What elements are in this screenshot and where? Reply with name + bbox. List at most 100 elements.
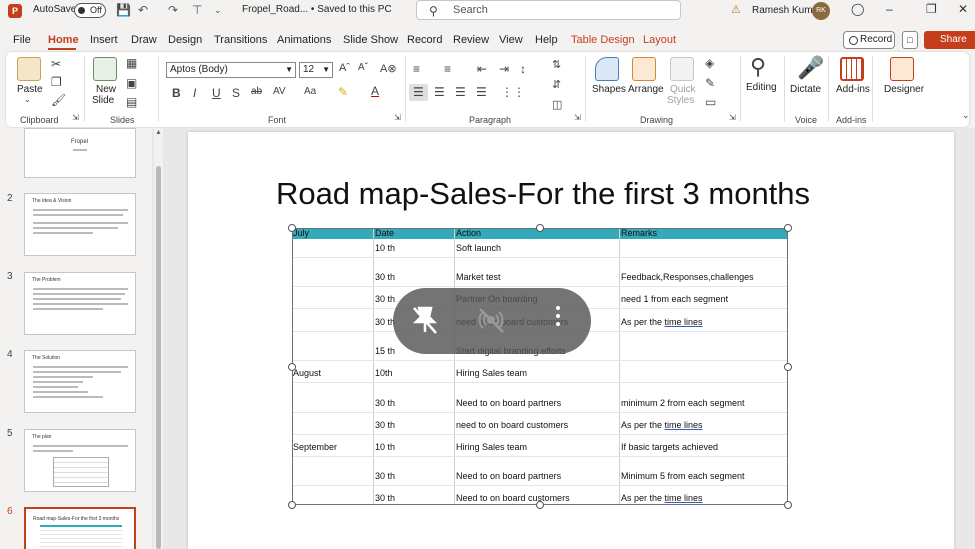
shape-outline-icon[interactable]: ✎	[705, 76, 715, 90]
more-options-icon[interactable]	[556, 306, 560, 330]
copy-icon[interactable]: ❐	[51, 75, 62, 89]
designer-button[interactable]: Designer	[884, 84, 924, 95]
scroll-thumb[interactable]	[156, 166, 161, 549]
reset-icon[interactable]: ▣	[126, 76, 137, 90]
format-painter-icon[interactable]: 🖌	[51, 93, 66, 107]
smartart-icon[interactable]: ◫	[552, 98, 562, 111]
font-size-select[interactable]: 12 ▼	[299, 62, 333, 78]
align-text-icon[interactable]: ⇵	[552, 78, 561, 91]
clear-format-icon[interactable]: A⊗	[380, 62, 397, 75]
avatar[interactable]: RK	[812, 2, 830, 20]
resize-handle[interactable]	[784, 224, 792, 232]
new-slide-icon[interactable]	[93, 57, 117, 81]
arrange-icon[interactable]	[632, 57, 656, 81]
text-direction-icon[interactable]: ⇅	[552, 58, 561, 71]
font-launcher-icon[interactable]: ⇲	[394, 113, 401, 122]
minimize-icon[interactable]: –	[886, 2, 893, 16]
resize-handle[interactable]	[784, 363, 792, 371]
quick-styles-label-1[interactable]: Quick	[670, 84, 696, 95]
shapes-icon[interactable]	[595, 57, 619, 81]
lightbulb-icon[interactable]: ◯	[851, 2, 864, 16]
shadow-icon[interactable]: S	[232, 86, 240, 100]
bold-icon[interactable]: B	[172, 86, 181, 100]
autosave-toggle[interactable]: Off	[74, 3, 106, 18]
tab-help[interactable]: Help	[535, 34, 558, 46]
slide-thumbnail-1[interactable]: Fropel	[24, 128, 136, 178]
close-icon[interactable]: ✕	[958, 2, 968, 16]
redo-icon[interactable]: ↷	[168, 3, 178, 17]
add-ins-button[interactable]: Add-ins	[836, 84, 870, 95]
tab-insert[interactable]: Insert	[90, 34, 118, 46]
bullets-icon[interactable]: ≡	[413, 62, 420, 76]
tab-file[interactable]: File	[13, 34, 31, 46]
align-center-icon[interactable]: ☰	[434, 85, 445, 99]
scroll-up-icon[interactable]: ▲	[155, 129, 162, 136]
qat-more-icon[interactable]: ⌄	[214, 5, 222, 16]
record-button[interactable]: Record	[843, 31, 895, 49]
customize-icon[interactable]: ⊤	[192, 3, 202, 17]
restore-icon[interactable]: ❐	[926, 2, 937, 16]
resize-handle[interactable]	[536, 501, 544, 509]
resize-handle[interactable]	[288, 363, 296, 371]
highlight-icon[interactable]: ✎	[338, 85, 348, 99]
comments-button[interactable]: □	[902, 31, 918, 49]
align-right-icon[interactable]: ☰	[455, 85, 466, 99]
paste-dropdown-icon[interactable]: ⌄	[24, 95, 31, 104]
slide-thumbnail-6[interactable]: Road map-Sales-For the first 3 months	[24, 507, 136, 549]
search-box[interactable]: ⚲ Search	[416, 0, 681, 20]
tab-home[interactable]: Home	[48, 34, 79, 46]
shrink-font-icon[interactable]: Aˇ	[358, 62, 368, 73]
tab-review[interactable]: Review	[453, 34, 489, 46]
change-case-icon[interactable]: Aa	[304, 86, 316, 97]
resize-handle[interactable]	[784, 501, 792, 509]
warning-icon[interactable]: ⚠	[731, 3, 741, 16]
clipboard-launcher-icon[interactable]: ⇲	[72, 113, 79, 122]
tab-animations[interactable]: Animations	[277, 34, 331, 46]
resize-handle[interactable]	[288, 224, 296, 232]
slide-thumbnail-3[interactable]: The Problem	[24, 272, 136, 335]
char-spacing-icon[interactable]: AV	[273, 86, 286, 97]
quick-styles-icon[interactable]	[670, 57, 694, 81]
new-slide-label-1[interactable]: New	[96, 84, 116, 95]
tab-table-design[interactable]: Table Design	[571, 34, 635, 46]
document-title[interactable]: Fropel_Road... • Saved to this PC	[242, 4, 392, 15]
find-icon[interactable]: ⚲	[750, 54, 766, 80]
align-left-icon[interactable]: ☰	[413, 85, 424, 99]
layout-icon[interactable]: ▦	[126, 56, 137, 70]
tab-design[interactable]: Design	[168, 34, 202, 46]
font-name-select[interactable]: Aptos (Body) ▼	[166, 62, 296, 78]
underline-icon[interactable]: U	[212, 86, 221, 100]
undo-icon[interactable]: ↶	[138, 3, 148, 17]
slide-thumbnail-4[interactable]: The Solution	[24, 350, 136, 413]
section-icon[interactable]: ▤	[126, 95, 137, 109]
share-button[interactable]: Share	[924, 31, 975, 49]
unpin-icon[interactable]	[411, 305, 439, 335]
shape-fill-icon[interactable]: ◈	[705, 56, 714, 70]
decrease-indent-icon[interactable]: ⇤	[477, 62, 487, 76]
strikethrough-icon[interactable]: ab	[251, 86, 262, 97]
add-ins-icon[interactable]	[840, 57, 864, 81]
font-color-icon[interactable]: A	[371, 84, 379, 98]
new-slide-label-2[interactable]: Slide	[92, 95, 114, 106]
columns-icon[interactable]: ⋮⋮	[501, 85, 525, 99]
tab-draw[interactable]: Draw	[131, 34, 157, 46]
microphone-icon[interactable]: 🎤	[797, 55, 824, 81]
tab-record[interactable]: Record	[407, 34, 442, 46]
shape-effects-icon[interactable]: ▭	[705, 95, 716, 109]
slide-title[interactable]: Road map-Sales-For the first 3 months	[188, 176, 898, 212]
increase-indent-icon[interactable]: ⇥	[499, 62, 509, 76]
shapes-button[interactable]: Shapes	[592, 84, 626, 95]
italic-icon[interactable]: I	[193, 86, 196, 100]
line-spacing-icon[interactable]: ↕	[520, 62, 526, 76]
mute-icon[interactable]	[476, 305, 506, 335]
resize-handle[interactable]	[288, 501, 296, 509]
cut-icon[interactable]: ✂	[51, 57, 61, 71]
slide-thumbnail-5[interactable]: The plan	[24, 429, 136, 492]
arrange-button[interactable]: Arrange	[628, 84, 664, 95]
drawing-launcher-icon[interactable]: ⇲	[729, 113, 736, 122]
numbering-icon[interactable]: ≡	[444, 62, 451, 76]
paragraph-launcher-icon[interactable]: ⇲	[574, 113, 581, 122]
save-icon[interactable]: 💾	[116, 3, 131, 17]
designer-icon[interactable]	[890, 57, 914, 81]
quick-styles-label-2[interactable]: Styles	[667, 95, 694, 106]
